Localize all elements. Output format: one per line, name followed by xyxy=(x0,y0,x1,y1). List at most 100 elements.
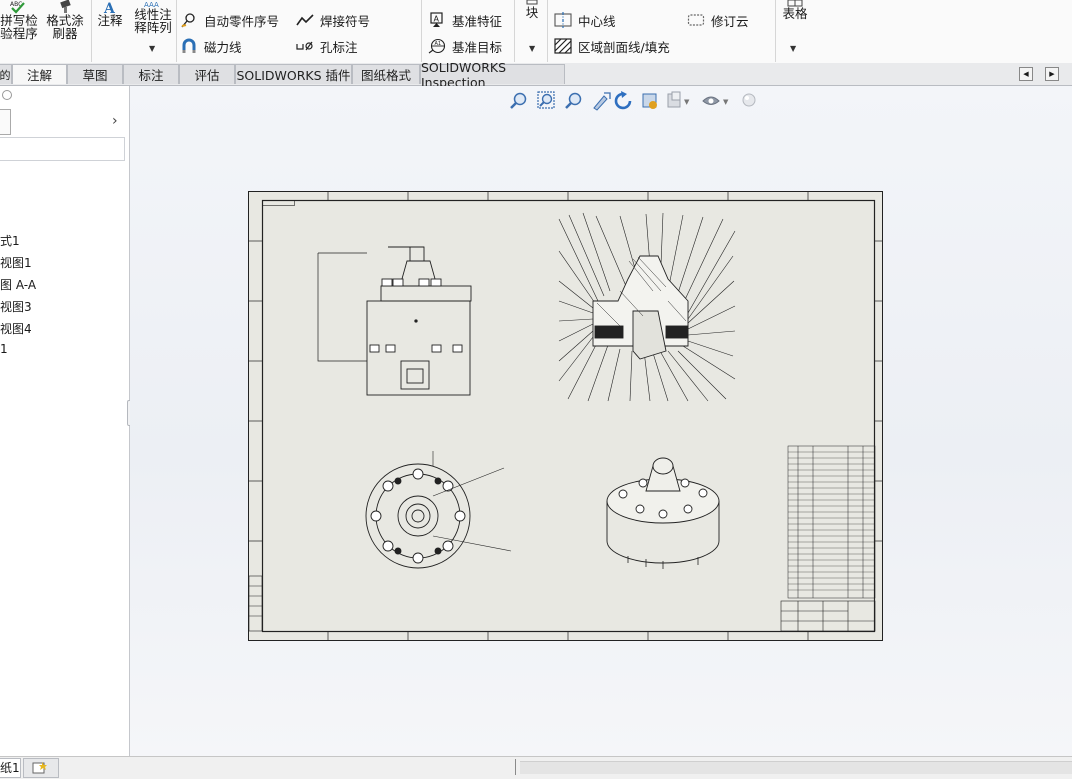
magnet-icon xyxy=(180,38,198,54)
datum-feature-button[interactable]: A 基准特征 xyxy=(428,10,502,30)
spell-check-label-2: 验程序 xyxy=(0,26,38,41)
magnetic-line-label: 磁力线 xyxy=(204,39,242,55)
hole-callout-label: 孔标注 xyxy=(320,39,358,55)
chevron-down-icon[interactable]: ▼ xyxy=(529,44,535,53)
note-label: 注释 xyxy=(97,13,123,28)
drawing-sheet[interactable] xyxy=(248,191,883,641)
filter-input[interactable] xyxy=(0,137,125,161)
tables-label: 表格 xyxy=(782,6,808,21)
tab-partial[interactable]: 的 xyxy=(0,64,12,84)
hole-callout-button[interactable]: 孔标注 xyxy=(296,36,358,56)
svg-text:▼: ▼ xyxy=(684,98,690,106)
tree-item[interactable]: 视图1 xyxy=(0,254,32,271)
linear-note-pattern-button[interactable]: AAA 线性注 释阵列 xyxy=(131,0,175,34)
separator xyxy=(91,0,92,62)
tree-item[interactable]: 1 xyxy=(0,342,8,356)
pan-icon[interactable] xyxy=(593,92,611,111)
datum-feature-label: 基准特征 xyxy=(452,13,503,29)
separator xyxy=(775,0,776,62)
area-hatch-icon xyxy=(554,38,572,54)
datum-target-button[interactable]: A1 基准目标 xyxy=(428,36,502,56)
revision-cloud-icon xyxy=(687,12,705,28)
tab-label: SOLIDWORKS 插件 xyxy=(236,68,351,83)
zoom-to-area-icon[interactable] xyxy=(537,91,555,109)
zoom-to-fit-icon[interactable] xyxy=(510,92,527,109)
chevron-right-icon[interactable]: › xyxy=(112,113,118,129)
area-hatch-button[interactable]: 区域剖面线/填充 xyxy=(554,36,670,56)
scrollbar-divider xyxy=(515,759,516,775)
tree-item[interactable]: 视图3 xyxy=(0,298,32,315)
center-line-label: 中心线 xyxy=(578,13,616,29)
area-hatch-label: 区域剖面线/填充 xyxy=(578,39,670,55)
tree-item[interactable]: 式1 xyxy=(0,232,20,249)
separator xyxy=(547,0,548,62)
heads-up-toolbar: ▼ ▼ xyxy=(510,91,756,111)
svg-text:▼: ▼ xyxy=(723,98,729,106)
datum-feature-icon: A xyxy=(428,12,446,28)
separator xyxy=(176,0,177,62)
format-painter-button[interactable]: 格式涂 刷器 xyxy=(44,0,86,40)
chevron-down-icon[interactable]: ▼ xyxy=(149,44,155,53)
tab-label: 标注 xyxy=(138,68,164,83)
block-label: 块 xyxy=(525,5,539,20)
svg-text:A1: A1 xyxy=(435,41,442,47)
tab-label: 评估 xyxy=(194,68,220,83)
separator xyxy=(421,0,422,62)
sheet-tab-bar: 纸1 xyxy=(0,756,1072,779)
section-view-icon[interactable] xyxy=(642,93,657,109)
tab-label: 草图 xyxy=(82,68,108,83)
linear-pattern-label-2: 释阵列 xyxy=(134,20,172,35)
scene-icon[interactable] xyxy=(742,93,756,107)
svg-text:A: A xyxy=(434,15,440,24)
restore-left-icon[interactable]: ◀ xyxy=(1019,67,1033,81)
command-manager-tabs: 的 注解 草图 标注 评估 SOLIDWORKS 插件 图纸格式 SOLIDWO… xyxy=(0,60,1072,90)
block-button[interactable]: 块 xyxy=(518,0,546,19)
display-style-icon[interactable]: ▼ xyxy=(702,96,729,106)
tab-evaluate[interactable]: 评估 xyxy=(179,64,235,84)
revision-cloud-label: 修订云 xyxy=(711,13,749,29)
panel-tab[interactable] xyxy=(0,109,11,135)
note-icon: A xyxy=(103,1,116,14)
center-line-icon xyxy=(554,12,572,28)
note-button[interactable]: A 注释 xyxy=(94,0,126,27)
center-line-button[interactable]: 中心线 xyxy=(554,10,616,30)
sheet-tab[interactable]: 纸1 xyxy=(0,758,21,778)
restore-right-icon[interactable]: ▶ xyxy=(1045,67,1059,81)
auto-balloon-icon xyxy=(180,12,198,28)
tab-solidworks-addins[interactable]: SOLIDWORKS 插件 xyxy=(235,64,352,84)
auto-balloon-label: 自动零件序号 xyxy=(204,13,280,29)
revision-cloud-button[interactable]: 修订云 xyxy=(687,10,749,30)
weld-symbol-label: 焊接符号 xyxy=(320,13,371,29)
datum-target-icon: A1 xyxy=(428,38,446,54)
paintbrush-icon xyxy=(60,0,71,13)
chevron-down-icon[interactable]: ▼ xyxy=(790,44,796,53)
ribbon: ABC 拼写检 验程序 格式涂 刷器 A 注释 AAA 线性注 释阵列 ▼ 自动… xyxy=(0,0,1072,64)
add-sheet-button[interactable] xyxy=(23,758,59,778)
tab-sheet-format[interactable]: 图纸格式 xyxy=(352,64,420,84)
magnetic-line-button[interactable]: 磁力线 xyxy=(180,36,242,56)
pin-icon[interactable] xyxy=(2,90,12,100)
horizontal-scrollbar[interactable] xyxy=(520,761,1072,774)
separator xyxy=(514,0,515,62)
spell-check-button[interactable]: ABC 拼写检 验程序 xyxy=(0,0,38,40)
auto-balloon-button[interactable]: 自动零件序号 xyxy=(180,10,279,30)
rotate-view-icon[interactable] xyxy=(614,91,632,110)
view-orientation-icon[interactable]: ▼ xyxy=(667,91,690,108)
datum-target-label: 基准目标 xyxy=(452,39,503,55)
tab-sketch[interactable]: 草图 xyxy=(67,64,123,84)
tab-partial-glyph: 的 xyxy=(0,68,11,82)
previous-view-icon[interactable] xyxy=(565,92,582,109)
tree-item[interactable]: 图 A-A xyxy=(0,276,36,293)
tab-label: 注解 xyxy=(26,68,52,83)
tables-button[interactable]: 表格 xyxy=(779,0,811,20)
tab-label: SOLIDWORKS Inspection xyxy=(421,59,507,90)
tree-item[interactable]: 视图4 xyxy=(0,320,32,337)
tab-annotation[interactable]: 注解 xyxy=(12,64,67,84)
weld-symbol-button[interactable]: 焊接符号 xyxy=(296,10,370,30)
tab-solidworks-inspection[interactable]: SOLIDWORKS Inspection xyxy=(420,60,565,90)
format-painter-label-2: 刷器 xyxy=(52,26,78,41)
graphics-area[interactable]: ▼ ▼ xyxy=(130,86,1072,756)
tab-markup[interactable]: 标注 xyxy=(123,64,179,84)
weld-symbol-icon xyxy=(296,12,314,28)
tab-label: 图纸格式 xyxy=(360,68,411,83)
